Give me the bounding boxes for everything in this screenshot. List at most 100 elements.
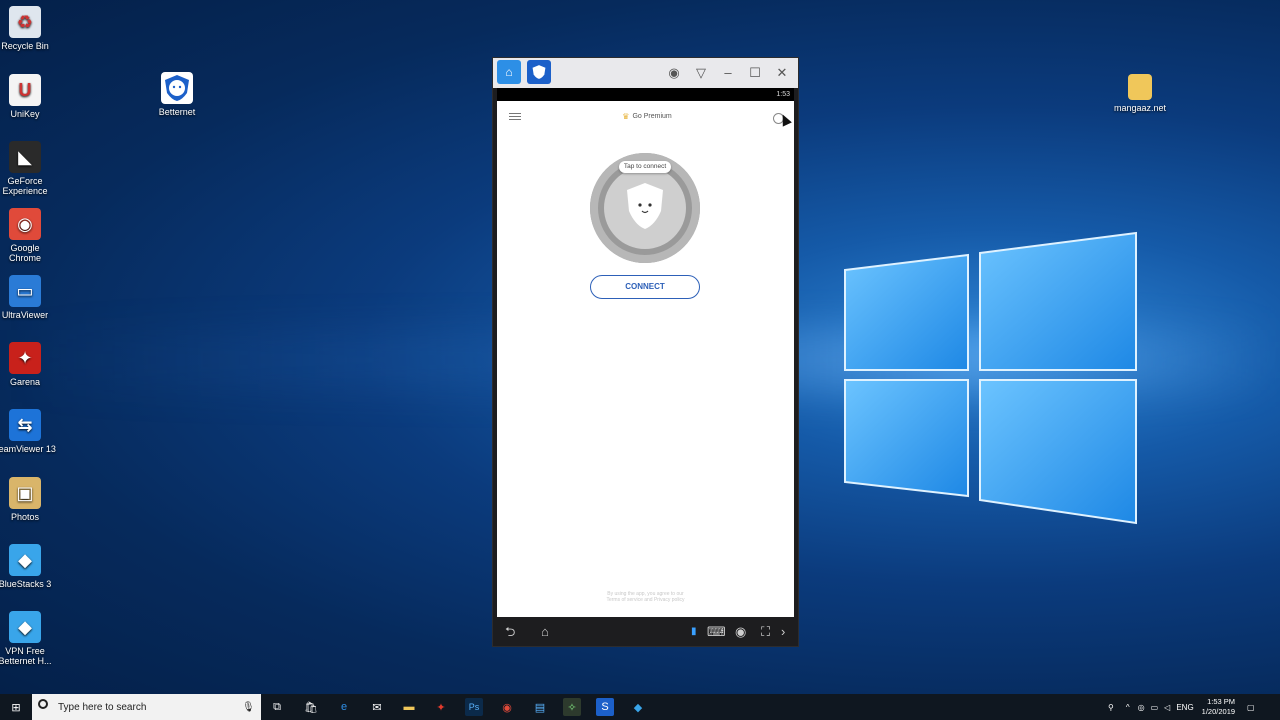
system-tray: ⚲ ^ ◎ ▭ ◁ ENG 1:53 PM 1/20/2019 ▢: [1108, 694, 1255, 720]
ultraviewer-icon: ▭: [9, 275, 41, 307]
desktop-icon-label: TeamViewer 13: [0, 444, 56, 454]
app-screen: ♛ Go Premium Tap to connect CONNECT By u…: [497, 101, 794, 617]
android-status-bar: 1:53: [497, 88, 794, 101]
betternet-icon: [161, 72, 193, 104]
garena-app-taskbar-icon[interactable]: ✧: [563, 698, 581, 716]
inner-circle: [604, 167, 686, 249]
desktop-icon-label: UltraViewer: [1, 310, 49, 320]
clock-time: 1:53 PM: [1207, 697, 1236, 706]
desktop-icon[interactable]: ▭ UltraViewer: [0, 275, 56, 320]
desktop-icon-label: mangaaz.net: [1113, 103, 1167, 113]
desktop-icon-folder[interactable]: mangaaz.net: [1109, 74, 1171, 113]
home-tab[interactable]: ⌂: [497, 60, 521, 84]
chevron-right-icon[interactable]: ›: [781, 624, 785, 640]
tap-to-connect-tooltip: Tap to connect: [619, 161, 671, 173]
bluestacks-taskbar-icon[interactable]: ◆: [629, 698, 647, 716]
desktop-icon[interactable]: ◆ VPN Free Betternet H...: [0, 611, 56, 666]
betternet-icon: [532, 65, 546, 79]
terms-line-2[interactable]: Terms of service and Privacy policy: [497, 597, 794, 603]
recycle-bin-icon: ♻: [9, 6, 41, 38]
crown-icon: ♛: [622, 111, 630, 121]
windows-icon: ⊞: [11, 701, 21, 714]
shield-mascot-icon: [627, 183, 663, 229]
desktop-icon-label: Garena: [9, 377, 41, 387]
vpn-free-icon: ◆: [9, 611, 41, 643]
chevron-up-icon[interactable]: ^: [1126, 703, 1130, 712]
photos-icon: ▣: [9, 477, 41, 509]
home-button-icon[interactable]: ⌂: [541, 624, 549, 640]
task-view-icon[interactable]: ⧉: [268, 698, 286, 716]
clock-date: 1/20/2019: [1201, 707, 1236, 716]
back-icon[interactable]: ⮌: [505, 624, 515, 640]
start-button[interactable]: ⊞: [7, 698, 25, 716]
skype-like-taskbar-icon[interactable]: S: [596, 698, 614, 716]
desktop-icon-label: Betternet: [158, 107, 196, 117]
desktop-icon-label: Recycle Bin: [1, 41, 49, 51]
betternet-tab[interactable]: [527, 60, 551, 84]
garena-taskbar-icon[interactable]: ✦: [432, 698, 450, 716]
bluestacks-window: ⌂ ◉ ▽ – ☐ ✕ 1:53 ♛ Go Premium Tap to con…: [492, 57, 799, 647]
desktop-icon-betternet[interactable]: Betternet: [146, 72, 208, 117]
close-button[interactable]: ✕: [774, 65, 790, 81]
chrome-taskbar-icon[interactable]: ◉: [498, 698, 516, 716]
windows-logo-wallpaper: [844, 231, 1137, 525]
geforce-icon: ◣: [9, 141, 41, 173]
home-icon: ⌂: [505, 65, 513, 79]
desktop-icon[interactable]: U UniKey: [0, 74, 56, 119]
emulator-nav-bar: ⮌ ⌂ ▮ ⌨ ◉ ⛶ ›: [497, 618, 794, 646]
edge-icon[interactable]: e: [335, 698, 353, 716]
volume-icon[interactable]: ◁: [1164, 703, 1170, 712]
desktop-icon-label: Photos: [10, 512, 40, 522]
unikey-icon: U: [9, 74, 41, 106]
search-icon: [38, 699, 48, 709]
minimize-button[interactable]: –: [720, 65, 736, 81]
network-icon[interactable]: ▭: [1151, 703, 1159, 712]
desktop-icon[interactable]: ♻ Recycle Bin: [0, 6, 56, 51]
maximize-button[interactable]: ☐: [747, 65, 763, 81]
garena-icon: ✦: [9, 342, 41, 374]
location-icon[interactable]: ◎: [1138, 703, 1145, 712]
mail-icon[interactable]: ✉: [368, 698, 386, 716]
bluestacks-icon: ◆: [9, 544, 41, 576]
window-titlebar[interactable]: ⌂ ◉ ▽ – ☐ ✕: [493, 58, 798, 88]
file-explorer-icon[interactable]: ▬: [400, 698, 418, 716]
keyboard-icon[interactable]: ⌨: [707, 624, 726, 640]
status-time: 1:53: [776, 91, 790, 98]
dropdown-icon[interactable]: ▽: [693, 65, 709, 81]
camera-icon[interactable]: ◉: [666, 65, 682, 81]
fullscreen-icon[interactable]: ⛶: [761, 624, 770, 640]
teamviewer-icon: ⇆: [9, 409, 41, 441]
mouse-cursor: [778, 112, 792, 127]
search-placeholder: Type here to search: [58, 701, 147, 713]
store-icon[interactable]: 🛍: [302, 698, 320, 716]
desktop-icon[interactable]: ◣ GeForce Experience: [0, 141, 56, 196]
language-indicator[interactable]: ENG: [1176, 703, 1193, 712]
terms-text: By using the app, you agree to our Terms…: [497, 591, 794, 603]
desktop-icon[interactable]: ◉ Google Chrome: [0, 208, 56, 263]
app-taskbar-icon[interactable]: ▤: [531, 698, 549, 716]
desktop-icon[interactable]: ✦ Garena: [0, 342, 56, 387]
folder-icon: [1128, 74, 1152, 100]
go-premium-label: Go Premium: [632, 112, 672, 120]
desktop-icon[interactable]: ◆ BlueStacks 3: [0, 544, 56, 589]
go-premium-button[interactable]: ♛ Go Premium: [615, 108, 679, 124]
desktop-icon[interactable]: ▣ Photos: [0, 477, 56, 522]
desktop-icon-label: VPN Free Betternet H...: [0, 646, 52, 666]
desktop-icon-label: GeForce Experience: [2, 176, 48, 196]
eye-icon[interactable]: ◉: [735, 624, 746, 640]
connect-button[interactable]: CONNECT: [590, 275, 700, 299]
portrait-icon[interactable]: ▮: [691, 624, 697, 640]
photoshop-icon[interactable]: Ps: [465, 698, 483, 716]
search-box[interactable]: Type here to search 🎙: [32, 694, 261, 720]
microphone-icon[interactable]: 🎙: [242, 702, 255, 713]
taskbar: ⊞ Type here to search 🎙 ⧉ 🛍 e ✉ ▬ ✦ Ps ◉…: [0, 694, 1280, 720]
desktop-icon-label: UniKey: [10, 109, 40, 119]
people-icon[interactable]: ⚲: [1108, 703, 1114, 712]
chrome-icon: ◉: [9, 208, 41, 240]
desktop-icon-label: Google Chrome: [8, 243, 41, 263]
desktop-icon[interactable]: ⇆ TeamViewer 13: [0, 409, 56, 454]
notification-icon[interactable]: ▢: [1247, 703, 1255, 712]
clock[interactable]: 1:53 PM 1/20/2019: [1202, 697, 1235, 717]
hamburger-menu-icon[interactable]: [509, 113, 521, 122]
desktop-icon-label: BlueStacks 3: [0, 579, 52, 589]
